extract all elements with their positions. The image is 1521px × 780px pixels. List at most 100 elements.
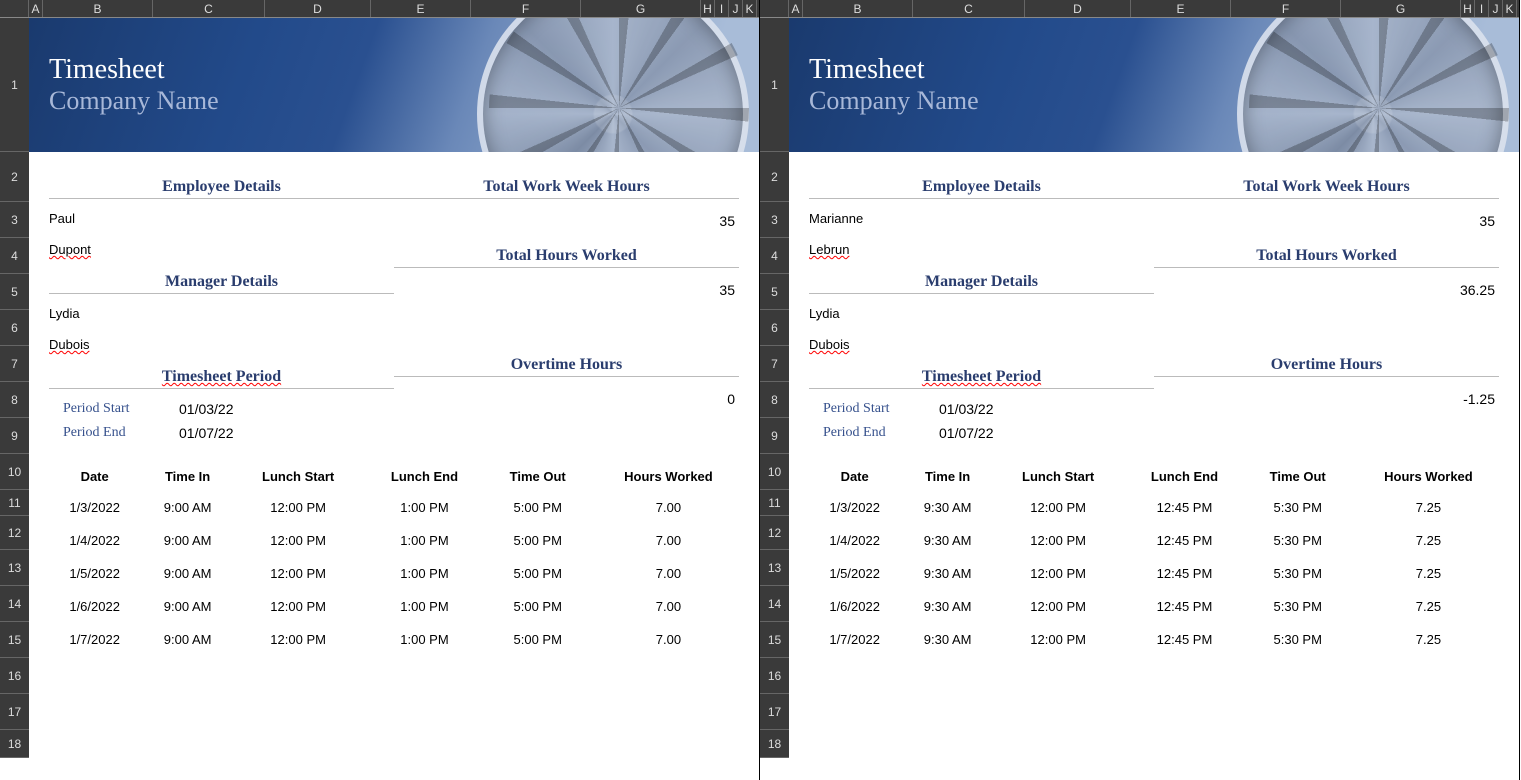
column-header[interactable]: J — [729, 0, 743, 17]
table-cell[interactable]: 7.25 — [1350, 623, 1507, 656]
table-header[interactable]: Time In — [902, 463, 993, 491]
table-cell[interactable]: 12:00 PM — [233, 557, 363, 590]
table-cell[interactable]: 9:00 AM — [142, 590, 233, 623]
table-cell[interactable]: 1/3/2022 — [47, 491, 142, 525]
manager-last-name[interactable]: Dubois — [809, 333, 1154, 364]
column-header[interactable]: F — [471, 0, 581, 17]
column-header[interactable]: G — [581, 0, 701, 17]
period-end-value[interactable]: 01/07/22 — [939, 425, 994, 441]
table-cell[interactable]: 5:00 PM — [486, 590, 590, 623]
column-header[interactable]: K — [1503, 0, 1517, 17]
total-week-hours[interactable]: 35 — [394, 207, 739, 243]
column-header[interactable]: H — [1461, 0, 1475, 17]
row-header[interactable]: 7 — [0, 346, 29, 382]
table-cell[interactable]: 7.25 — [1350, 491, 1507, 525]
row-header[interactable]: 5 — [0, 274, 29, 310]
table-cell[interactable]: 9:00 AM — [142, 623, 233, 656]
row-header[interactable]: 9 — [0, 418, 29, 454]
table-cell[interactable]: 9:30 AM — [902, 491, 993, 525]
row-header[interactable]: 14 — [760, 586, 789, 622]
table-cell[interactable]: 7.25 — [1350, 590, 1507, 623]
total-hours-worked[interactable]: 35 — [394, 276, 739, 312]
table-cell[interactable]: 5:00 PM — [486, 623, 590, 656]
row-header[interactable]: 9 — [760, 418, 789, 454]
manager-first-name[interactable]: Lydia — [49, 302, 394, 333]
row-header[interactable]: 10 — [0, 454, 29, 490]
table-cell[interactable]: 1/7/2022 — [47, 623, 142, 656]
column-header[interactable]: H — [701, 0, 715, 17]
row-header[interactable]: 3 — [0, 202, 29, 238]
column-header[interactable]: B — [803, 0, 913, 17]
table-cell[interactable]: 12:45 PM — [1123, 557, 1245, 590]
table-cell[interactable]: 5:30 PM — [1246, 557, 1350, 590]
table-cell[interactable]: 12:45 PM — [1123, 491, 1245, 525]
table-cell[interactable]: 5:00 PM — [486, 491, 590, 525]
table-header[interactable]: Time Out — [1246, 463, 1350, 491]
column-header[interactable]: E — [1131, 0, 1231, 17]
column-header[interactable]: B — [43, 0, 153, 17]
table-cell[interactable]: 7.00 — [590, 557, 747, 590]
table-cell[interactable]: 5:30 PM — [1246, 524, 1350, 557]
column-header[interactable]: F — [1231, 0, 1341, 17]
row-header[interactable]: 6 — [760, 310, 789, 346]
table-cell[interactable]: 9:30 AM — [902, 557, 993, 590]
table-cell[interactable]: 9:30 AM — [902, 590, 993, 623]
select-all-corner[interactable] — [0, 0, 29, 17]
total-hours-worked[interactable]: 36.25 — [1154, 276, 1499, 312]
table-cell[interactable]: 7.00 — [590, 524, 747, 557]
row-header[interactable]: 11 — [760, 490, 789, 516]
table-cell[interactable]: 12:00 PM — [993, 590, 1123, 623]
row-header[interactable]: 4 — [760, 238, 789, 274]
column-header[interactable]: D — [1025, 0, 1131, 17]
row-header[interactable]: 8 — [760, 382, 789, 418]
row-header[interactable]: 10 — [760, 454, 789, 490]
row-header[interactable]: 3 — [760, 202, 789, 238]
table-cell[interactable]: 5:30 PM — [1246, 590, 1350, 623]
row-header[interactable]: 2 — [0, 152, 29, 202]
row-header[interactable]: 6 — [0, 310, 29, 346]
column-header[interactable]: G — [1341, 0, 1461, 17]
table-cell[interactable]: 1:00 PM — [363, 590, 485, 623]
row-header[interactable]: 7 — [760, 346, 789, 382]
table-header[interactable]: Lunch Start — [233, 463, 363, 491]
table-cell[interactable]: 5:00 PM — [486, 557, 590, 590]
table-cell[interactable]: 5:30 PM — [1246, 623, 1350, 656]
select-all-corner[interactable] — [760, 0, 789, 17]
overtime-hours[interactable]: 0 — [394, 385, 739, 421]
row-header[interactable]: 5 — [760, 274, 789, 310]
period-start-value[interactable]: 01/03/22 — [939, 401, 994, 417]
table-cell[interactable]: 12:45 PM — [1123, 590, 1245, 623]
table-header[interactable]: Lunch Start — [993, 463, 1123, 491]
column-header[interactable]: C — [153, 0, 265, 17]
row-header[interactable]: 15 — [0, 622, 29, 658]
employee-last-name[interactable]: Lebrun — [809, 238, 1154, 269]
table-cell[interactable]: 5:00 PM — [486, 524, 590, 557]
column-header[interactable]: C — [913, 0, 1025, 17]
manager-first-name[interactable]: Lydia — [809, 302, 1154, 333]
row-header[interactable]: 15 — [760, 622, 789, 658]
table-cell[interactable]: 12:00 PM — [233, 524, 363, 557]
manager-last-name[interactable]: Dubois — [49, 333, 394, 364]
table-cell[interactable]: 7.25 — [1350, 557, 1507, 590]
row-header[interactable]: 18 — [0, 730, 29, 758]
table-cell[interactable]: 9:30 AM — [902, 524, 993, 557]
row-header[interactable]: 1 — [760, 18, 789, 152]
table-cell[interactable]: 12:45 PM — [1123, 524, 1245, 557]
table-cell[interactable]: 9:00 AM — [142, 524, 233, 557]
column-header[interactable]: A — [29, 0, 43, 17]
row-header[interactable]: 17 — [760, 694, 789, 730]
column-header[interactable]: A — [789, 0, 803, 17]
row-header[interactable]: 14 — [0, 586, 29, 622]
column-header[interactable]: J — [1489, 0, 1503, 17]
row-header[interactable]: 12 — [760, 516, 789, 550]
table-cell[interactable]: 1:00 PM — [363, 491, 485, 525]
table-cell[interactable]: 12:45 PM — [1123, 623, 1245, 656]
table-cell[interactable]: 12:00 PM — [233, 623, 363, 656]
table-cell[interactable]: 7.00 — [590, 491, 747, 525]
table-cell[interactable]: 12:00 PM — [993, 623, 1123, 656]
table-header[interactable]: Hours Worked — [590, 463, 747, 491]
row-header[interactable]: 16 — [760, 658, 789, 694]
table-cell[interactable]: 12:00 PM — [993, 557, 1123, 590]
row-header[interactable]: 8 — [0, 382, 29, 418]
row-header[interactable]: 12 — [0, 516, 29, 550]
